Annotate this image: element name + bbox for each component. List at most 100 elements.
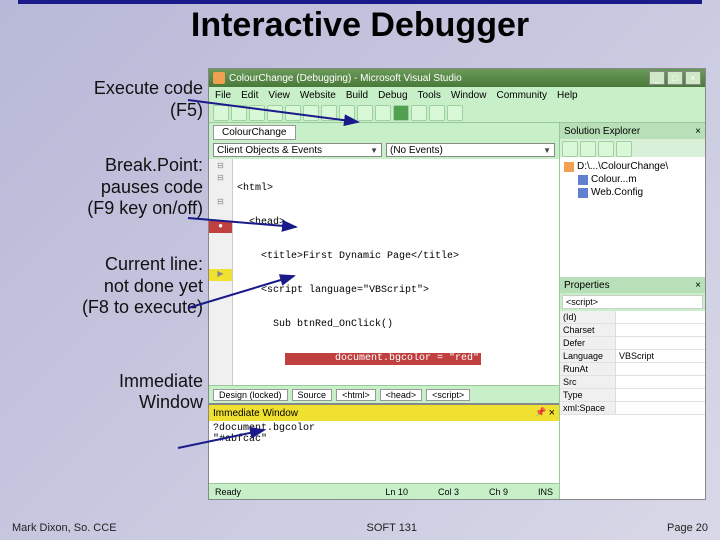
tree-item[interactable]: Web.Config <box>564 186 701 199</box>
immediate-body[interactable]: ?document.bgcolor "#abfcac" <box>209 421 559 483</box>
view-tab-design[interactable]: Design (locked) <box>213 389 288 401</box>
code-editor[interactable]: ⊟ ⊟ ⊟ ● ▶ <html> <head> <title>First Dyn… <box>209 159 559 385</box>
menu-view[interactable]: View <box>268 90 290 101</box>
code-line-breakpoint: document.bgcolor = "red" <box>237 353 555 365</box>
menu-website[interactable]: Website <box>300 90 336 101</box>
tree-root-label: D:\...\ColourChange\ <box>577 161 668 172</box>
annotation-execute: Execute code(F5) <box>18 78 203 121</box>
toolbar-button[interactable] <box>213 105 229 121</box>
status-ins: INS <box>538 487 553 497</box>
editor-column: ColourChange Client Objects & Events ▼ (… <box>209 123 559 499</box>
window-buttons: _ □ × <box>649 71 701 85</box>
minimize-button[interactable]: _ <box>649 71 665 85</box>
close-icon[interactable]: × <box>695 280 701 291</box>
tree-item-label: Colour...m <box>591 174 637 185</box>
close-button[interactable]: × <box>685 71 701 85</box>
toolbar-button[interactable] <box>580 141 596 157</box>
collapse-icon[interactable]: ⊟ <box>209 161 232 173</box>
solution-tree[interactable]: D:\...\ColourChange\ Colour...m Web.Conf… <box>560 157 705 277</box>
close-icon[interactable]: × <box>549 407 555 419</box>
solution-title: Solution Explorer <box>564 126 640 137</box>
ide-window: ColourChange (Debugging) - Microsoft Vis… <box>208 68 706 500</box>
properties-grid[interactable]: (Id) Charset Defer LanguageVBScript RunA… <box>560 311 705 499</box>
view-tab-script[interactable]: <script> <box>426 389 470 401</box>
close-icon[interactable]: × <box>695 126 701 137</box>
menu-debug[interactable]: Debug <box>378 90 407 101</box>
solution-toolbar <box>560 139 705 157</box>
annotation-breakpoint: Break.Point:pauses code(F9 key on/off) <box>18 155 203 220</box>
code-line: Sub btnRed_OnClick() <box>237 319 555 331</box>
property-row: Charset <box>560 324 705 337</box>
slide-title: Interactive Debugger <box>0 6 720 45</box>
toolbar-button[interactable] <box>303 105 319 121</box>
current-line-icon: ▶ <box>209 269 232 281</box>
menu-build[interactable]: Build <box>346 90 368 101</box>
toolbar-button[interactable] <box>429 105 445 121</box>
maximize-button[interactable]: □ <box>667 71 683 85</box>
solution-header: Solution Explorer × <box>560 123 705 139</box>
run-button[interactable] <box>393 105 409 121</box>
app-icon <box>213 72 225 84</box>
property-row: LanguageVBScript <box>560 350 705 363</box>
status-col: Col 3 <box>438 487 459 497</box>
ide-titlebar[interactable]: ColourChange (Debugging) - Microsoft Vis… <box>209 69 705 87</box>
immediate-title: Immediate Window <box>213 408 298 419</box>
document-tabs: ColourChange <box>209 123 559 141</box>
gutter: ⊟ ⊟ ⊟ ● ▶ <box>209 159 233 385</box>
toolbar-button[interactable] <box>285 105 301 121</box>
document-tab[interactable]: ColourChange <box>213 125 296 140</box>
menu-window[interactable]: Window <box>451 90 487 101</box>
toolbar-button[interactable] <box>375 105 391 121</box>
property-row: RunAt <box>560 363 705 376</box>
code-line: <html> <box>237 183 555 195</box>
view-tab-head[interactable]: <head> <box>380 389 423 401</box>
toolbar-button[interactable] <box>231 105 247 121</box>
toolbar-button[interactable] <box>616 141 632 157</box>
toolbar-button[interactable] <box>598 141 614 157</box>
immediate-line: "#abfcac" <box>213 434 555 445</box>
toolbar-button[interactable] <box>321 105 337 121</box>
footer: Mark Dixon, So. CCE SOFT 131 Page 20 <box>0 522 720 534</box>
annotation-immediate: ImmediateWindow <box>18 371 203 414</box>
menubar: File Edit View Website Build Debug Tools… <box>209 87 705 103</box>
file-icon <box>578 175 588 185</box>
tree-item[interactable]: Colour...m <box>564 173 701 186</box>
folder-icon <box>564 162 574 172</box>
status-ln: Ln 10 <box>385 487 408 497</box>
footer-author: Mark Dixon, So. CCE <box>12 522 117 534</box>
toolbar-button[interactable] <box>411 105 427 121</box>
menu-file[interactable]: File <box>215 90 231 101</box>
collapse-icon[interactable]: ⊟ <box>209 173 232 185</box>
toolbar-button[interactable] <box>249 105 265 121</box>
collapse-icon[interactable]: ⊟ <box>209 197 232 209</box>
code-line: <script language="VBScript"> <box>237 285 555 297</box>
code-lines: <html> <head> <title>First Dynamic Page<… <box>233 159 559 385</box>
code-line: <head> <box>237 217 555 229</box>
menu-tools[interactable]: Tools <box>418 90 441 101</box>
pin-icon[interactable]: 📌 <box>535 407 546 419</box>
ide-body: ColourChange Client Objects & Events ▼ (… <box>209 123 705 499</box>
status-ch: Ch 9 <box>489 487 508 497</box>
toolbar-button[interactable] <box>357 105 373 121</box>
breakpoint-icon[interactable]: ● <box>209 221 232 233</box>
menu-help[interactable]: Help <box>557 90 578 101</box>
event-selector[interactable]: (No Events) ▼ <box>386 143 555 157</box>
immediate-panel: Immediate Window 📌 × ?document.bgcolor "… <box>209 403 559 483</box>
property-row: Type <box>560 389 705 402</box>
view-tab-html[interactable]: <html> <box>336 389 376 401</box>
tree-root[interactable]: D:\...\ColourChange\ <box>564 160 701 173</box>
object-selector[interactable]: Client Objects & Events ▼ <box>213 143 382 157</box>
menu-community[interactable]: Community <box>496 90 547 101</box>
properties-target[interactable]: <script> <box>562 295 703 309</box>
toolbar-button[interactable] <box>447 105 463 121</box>
toolbar-button[interactable] <box>267 105 283 121</box>
view-tab-source[interactable]: Source <box>292 389 333 401</box>
chevron-down-icon: ▼ <box>370 146 378 155</box>
toolbar-button[interactable] <box>562 141 578 157</box>
view-tabs: Design (locked) Source <html> <head> <sc… <box>209 385 559 403</box>
annotation-currentline: Current line:not done yet(F8 to execute) <box>18 254 203 319</box>
immediate-line: ?document.bgcolor <box>213 423 555 434</box>
menu-edit[interactable]: Edit <box>241 90 258 101</box>
toolbar-button[interactable] <box>339 105 355 121</box>
title-rule <box>18 0 702 4</box>
